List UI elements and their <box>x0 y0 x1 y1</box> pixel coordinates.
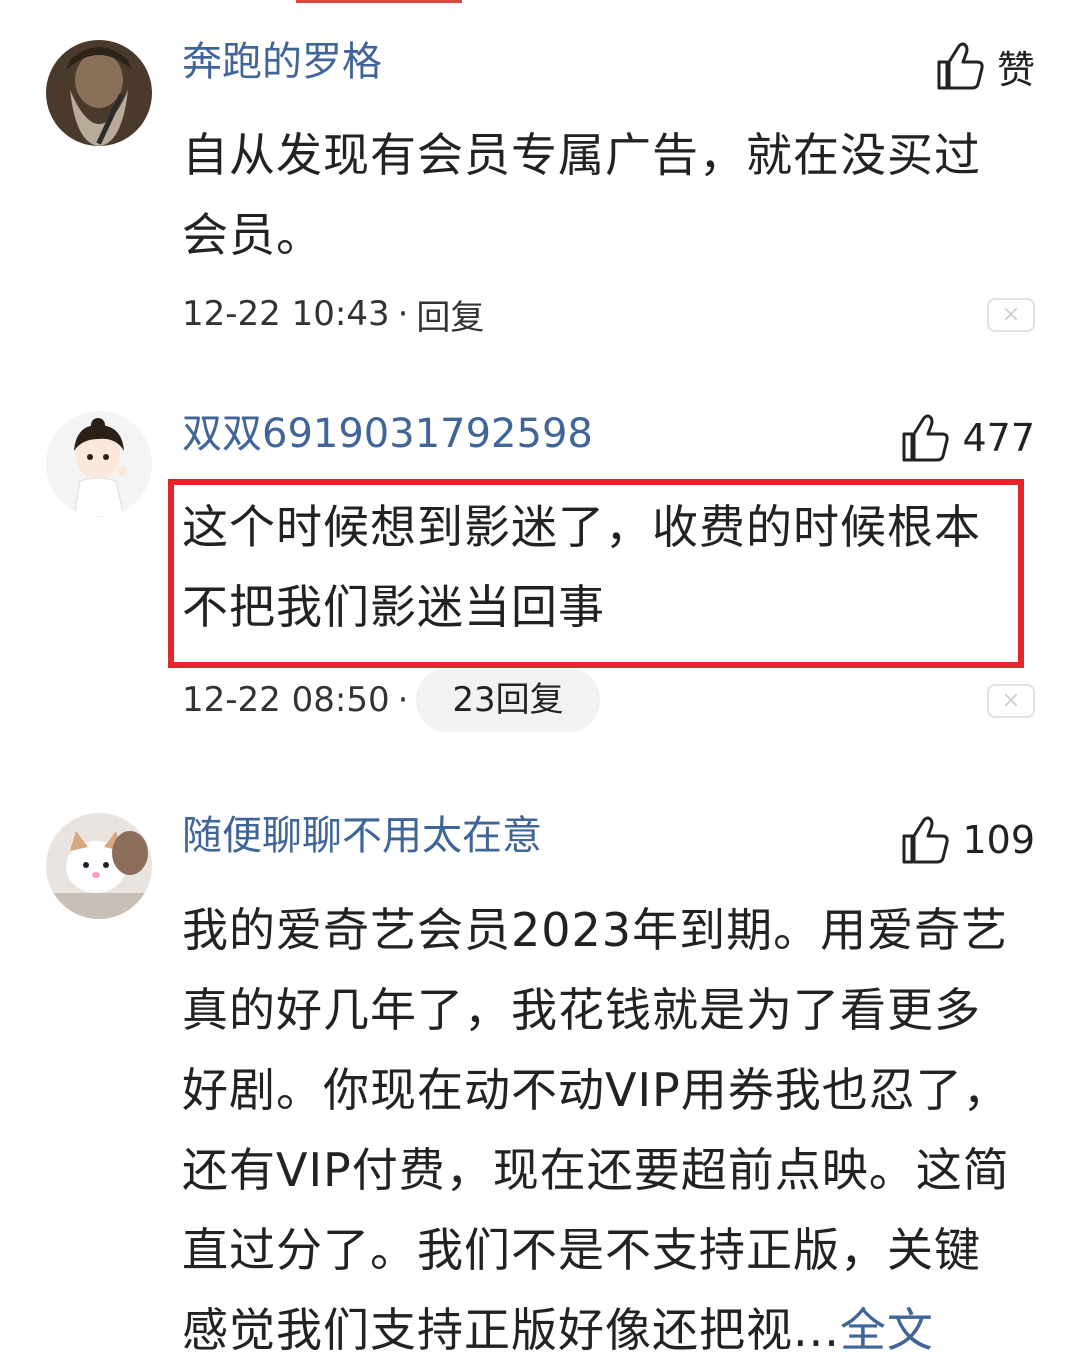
comment-text-line: 自从发现有会员专属广告，就在没买过 <box>182 128 981 182</box>
separator: · <box>397 680 409 720</box>
comment-text-line: 会员。 <box>182 208 323 262</box>
expand-full-text-link[interactable]: 全文 <box>840 1303 934 1357</box>
like-label: 赞 <box>996 47 1035 92</box>
close-icon: × <box>1001 688 1021 713</box>
comment-text-line: 我的爱奇艺会员2023年到期。用爱奇艺 <box>182 903 1009 957</box>
like-button[interactable]: 赞 <box>935 40 1035 92</box>
comment-text: 我的爱奇艺会员2023年到期。用爱奇艺 真的好几年了，我花钱就是为了看更多 好剧… <box>182 890 1032 1370</box>
timestamp: 12-22 08:50 <box>182 680 390 720</box>
like-button[interactable]: 109 <box>900 814 1035 866</box>
thumbs-up-icon <box>935 40 987 92</box>
reply-count-button[interactable]: 23回复 <box>416 668 600 732</box>
separator: · <box>397 294 409 334</box>
comment-text-line: 感觉我们支持正版好像还把视... <box>182 1303 840 1357</box>
highlight-box <box>168 479 1024 668</box>
like-count: 477 <box>962 416 1035 460</box>
comment-text-line-last: 感觉我们支持正版好像还把视...全文 <box>182 1290 1032 1370</box>
username[interactable]: 奔跑的罗格 <box>182 36 382 88</box>
avatar[interactable] <box>46 813 152 919</box>
like-button[interactable]: 477 <box>900 412 1035 464</box>
dismiss-button[interactable]: × <box>987 298 1035 332</box>
comment-meta: 12-22 08:50 · 23回复 <box>182 668 600 732</box>
dismiss-button[interactable]: × <box>987 684 1035 718</box>
thumbs-up-icon <box>900 412 952 464</box>
avatar[interactable] <box>46 411 152 517</box>
timestamp: 12-22 10:43 <box>182 294 390 334</box>
reply-button[interactable]: 回复 <box>416 290 484 339</box>
comment-text-line: 直过分了。我们不是不支持正版，关键 <box>182 1223 981 1277</box>
like-count: 109 <box>962 818 1035 862</box>
thumbs-up-icon <box>900 814 952 866</box>
comment-meta: 12-22 10:43 · 回复 <box>182 283 484 345</box>
comment-text: 自从发现有会员专属广告，就在没买过 会员。 <box>182 115 1032 275</box>
avatar[interactable] <box>46 40 152 146</box>
username[interactable]: 双双6919031792598 <box>182 408 593 460</box>
comment-text-line: 好剧。你现在动不动VIP用券我也忍了， <box>182 1063 1010 1117</box>
close-icon: × <box>1001 302 1021 327</box>
username[interactable]: 随便聊聊不用太在意 <box>182 810 542 862</box>
comment-text-line: 还有VIP付费，现在还要超前点映。这简 <box>182 1143 1010 1197</box>
top-accent-bar <box>296 0 462 3</box>
comment-text-line: 真的好几年了，我花钱就是为了看更多 <box>182 983 981 1037</box>
